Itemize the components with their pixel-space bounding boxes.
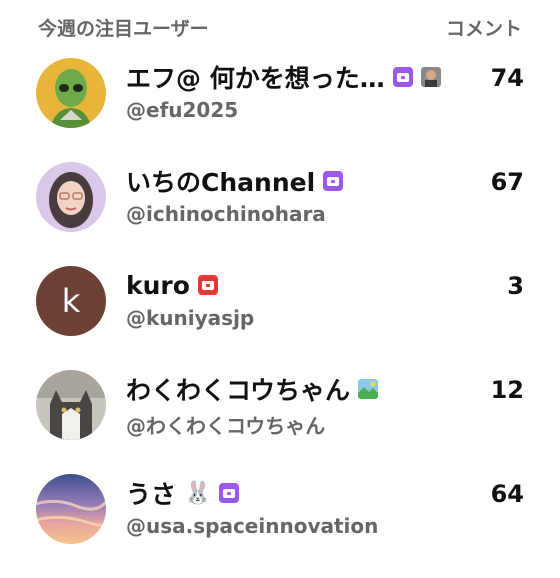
tv-badge-icon xyxy=(219,483,240,503)
cat-photo-icon xyxy=(36,370,106,440)
user-row[interactable]: k kuro @kuniyasjp 3 xyxy=(0,266,560,370)
avatar[interactable] xyxy=(36,474,106,544)
landscape-image-icon xyxy=(358,379,379,399)
user-name[interactable]: kuro xyxy=(126,271,190,300)
avatar[interactable] xyxy=(36,370,106,440)
user-name[interactable]: うさ xyxy=(126,475,176,511)
user-name[interactable]: エフ@ 何かを想った… xyxy=(126,59,385,95)
tv-badge-icon xyxy=(197,275,218,295)
avatar-letter: k xyxy=(61,282,81,320)
person-photo-icon xyxy=(36,162,106,232)
rabbit-emoji-icon: 🐰 xyxy=(184,480,212,506)
avatar[interactable]: k xyxy=(36,266,106,336)
comment-count: 64 xyxy=(490,480,524,508)
comments-column-label: コメント xyxy=(445,18,522,40)
section-title: 今週の注目ユーザー xyxy=(38,18,209,40)
user-handle: @わくわくコウちゃん xyxy=(126,414,326,438)
user-handle: @usa.spaceinnovation xyxy=(126,514,379,538)
tv-badge-icon xyxy=(392,67,413,87)
user-handle: @efu2025 xyxy=(126,98,239,122)
user-row[interactable]: いちのChannel @ichinochinohara 67 xyxy=(0,162,560,266)
list-header: 今週の注目ユーザー コメント xyxy=(0,0,560,52)
tv-badge-icon xyxy=(323,171,344,191)
comment-count: 67 xyxy=(490,168,524,196)
avatar[interactable] xyxy=(36,58,106,128)
user-row[interactable]: エフ@ 何かを想った… @efu2025 74 xyxy=(0,58,560,162)
user-handle: @kuniyasjp xyxy=(126,306,255,330)
user-name[interactable]: わくわくコウちゃん xyxy=(126,371,350,407)
comment-count: 3 xyxy=(507,272,524,300)
mini-avatar-icon xyxy=(420,67,441,87)
user-name[interactable]: いちのChannel xyxy=(126,163,315,199)
sunset-photo-icon xyxy=(36,474,106,544)
comment-count: 12 xyxy=(490,376,524,404)
user-row[interactable]: わくわくコウちゃん @わくわくコウちゃん 12 xyxy=(0,370,560,474)
user-row[interactable]: うさ 🐰 @usa.spaceinnovation 64 xyxy=(0,474,560,578)
avatar[interactable] xyxy=(36,162,106,232)
user-handle: @ichinochinohara xyxy=(126,202,326,226)
comment-count: 74 xyxy=(490,64,524,92)
alien-icon xyxy=(36,58,106,128)
